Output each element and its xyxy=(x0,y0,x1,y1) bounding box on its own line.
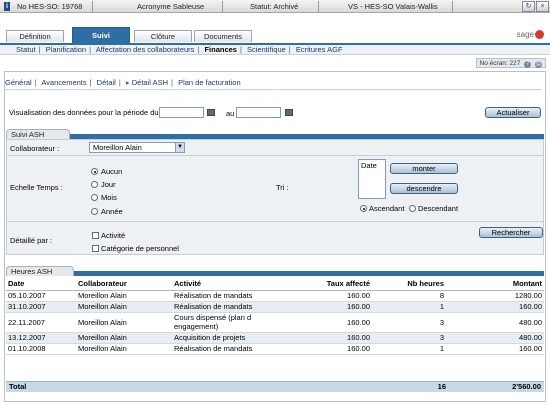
calendar-icon[interactable] xyxy=(207,109,215,116)
institution: VS - HES-SO Valais-Wallis xyxy=(348,2,438,11)
dossier-number: No HES-SO: 19768 xyxy=(17,2,83,11)
radio-mois[interactable] xyxy=(91,194,98,201)
suivi-section xyxy=(6,139,544,255)
tab-cloture[interactable]: Clôture xyxy=(134,30,192,42)
radio-aucun[interactable] xyxy=(91,168,98,175)
heures-section-title: Heures ASH xyxy=(6,266,74,276)
radio-jour[interactable] xyxy=(91,181,98,188)
suivi-section-header: Suivi ASH xyxy=(6,129,544,139)
descendre-button[interactable]: descendre xyxy=(390,183,458,194)
table-row[interactable]: 22.11.2007 Moreillon Alain Cours dispensé … xyxy=(6,312,544,333)
table-row[interactable]: 31.10.2007 Moreillon Alain Réalisation de … xyxy=(6,301,544,313)
radio-descendant[interactable] xyxy=(409,205,416,212)
period-to-input[interactable] xyxy=(236,107,281,118)
echelle-label: Echelle Temps : xyxy=(10,183,63,192)
total-montant: 2'560.00 xyxy=(512,382,541,391)
tab-definition[interactable]: Définition xyxy=(6,30,64,42)
tri-label: Tri : xyxy=(276,183,289,192)
suivi-section-title: Suivi ASH xyxy=(6,129,70,139)
main-tabs: Définition Suivi Clôture Documents xyxy=(0,27,550,43)
total-label: Total xyxy=(9,382,27,391)
subnav-finances[interactable]: Finances xyxy=(204,45,237,54)
period-from-input[interactable] xyxy=(159,107,204,118)
subnav-scientifique[interactable]: Scientifique xyxy=(247,45,286,54)
subnav-statut[interactable]: Statut xyxy=(16,45,36,54)
subtab-avancements[interactable]: Avancements xyxy=(41,78,86,87)
checkbox-activite[interactable] xyxy=(92,232,99,239)
detail-subtabs: Général | Avancements | Détail | ▸ Détail A… xyxy=(5,78,541,90)
collaborateur-label: Collaborateur : xyxy=(10,144,60,153)
info-icon: i xyxy=(4,2,10,11)
refresh-icon[interactable]: ↻ xyxy=(522,1,535,12)
subnav-affectation[interactable]: Affectation des collaborateurs xyxy=(96,45,195,54)
ecran-number: No écran: 227 ? ⎙ xyxy=(475,58,546,68)
calendar-icon[interactable] xyxy=(285,109,293,116)
collaborateur-select[interactable]: Moreillon Alain ▼ xyxy=(89,142,185,153)
acronyme: Acronyme Sableuse xyxy=(137,2,205,11)
chevron-down-icon: ▼ xyxy=(175,143,184,152)
tab-suivi[interactable]: Suivi xyxy=(72,27,130,43)
printer-icon[interactable]: ⎙ xyxy=(535,61,542,68)
statut: Statut: Archivé xyxy=(250,2,299,11)
table-row[interactable]: 01.10.2008 Moreillon Alain Réalisation de … xyxy=(6,343,544,355)
subtab-detail-ash[interactable]: ▸ Détail ASH xyxy=(126,78,168,87)
radio-annee[interactable] xyxy=(91,208,98,215)
heures-section-header: Heures ASH xyxy=(6,266,544,276)
period-to-label: au xyxy=(226,109,235,118)
sage-logo: sage xyxy=(517,30,544,40)
detaille-label: Détaillé par : xyxy=(10,236,53,245)
checkbox-categorie[interactable] xyxy=(92,245,99,252)
actualiser-button[interactable]: Actualiser xyxy=(485,107,541,118)
table-header: Date Collaborateur Activité Taux affecté… xyxy=(6,277,544,291)
sub-navigation: Statut | Planification | Affectation des c… xyxy=(0,43,550,55)
subnav-ecritures-agf[interactable]: Ecritures AGF xyxy=(296,45,343,54)
table-row[interactable]: 13.12.2007 Moreillon Alain Acquisition de … xyxy=(6,332,544,344)
subtab-general[interactable]: Général xyxy=(5,78,32,87)
monter-button[interactable]: monter xyxy=(390,163,458,174)
close-icon[interactable]: × xyxy=(536,1,549,12)
subnav-planification[interactable]: Planification xyxy=(46,45,86,54)
subtab-plan-facturation[interactable]: Plan de facturation xyxy=(178,78,241,87)
table-row[interactable]: 05.10.2007 Moreillon Alain Réalisation de … xyxy=(6,290,544,302)
heures-table: Date Collaborateur Activité Taux affecté… xyxy=(6,277,544,355)
rechercher-button[interactable]: Rechercher xyxy=(479,227,543,238)
total-heures: 16 xyxy=(437,382,446,391)
title-bar: i No HES-SO: 19768 Acronyme Sableuse Sta… xyxy=(0,0,550,13)
radio-ascendant[interactable] xyxy=(360,205,367,212)
help-icon[interactable]: ? xyxy=(524,61,532,68)
total-row: Total 16 2'560.00 xyxy=(6,381,544,392)
tab-documents[interactable]: Documents xyxy=(194,30,252,42)
subtab-detail[interactable]: Détail xyxy=(97,78,116,87)
period-label: Visualisation des données pour la périod… xyxy=(9,108,159,117)
tri-listbox[interactable]: Date xyxy=(358,159,386,199)
